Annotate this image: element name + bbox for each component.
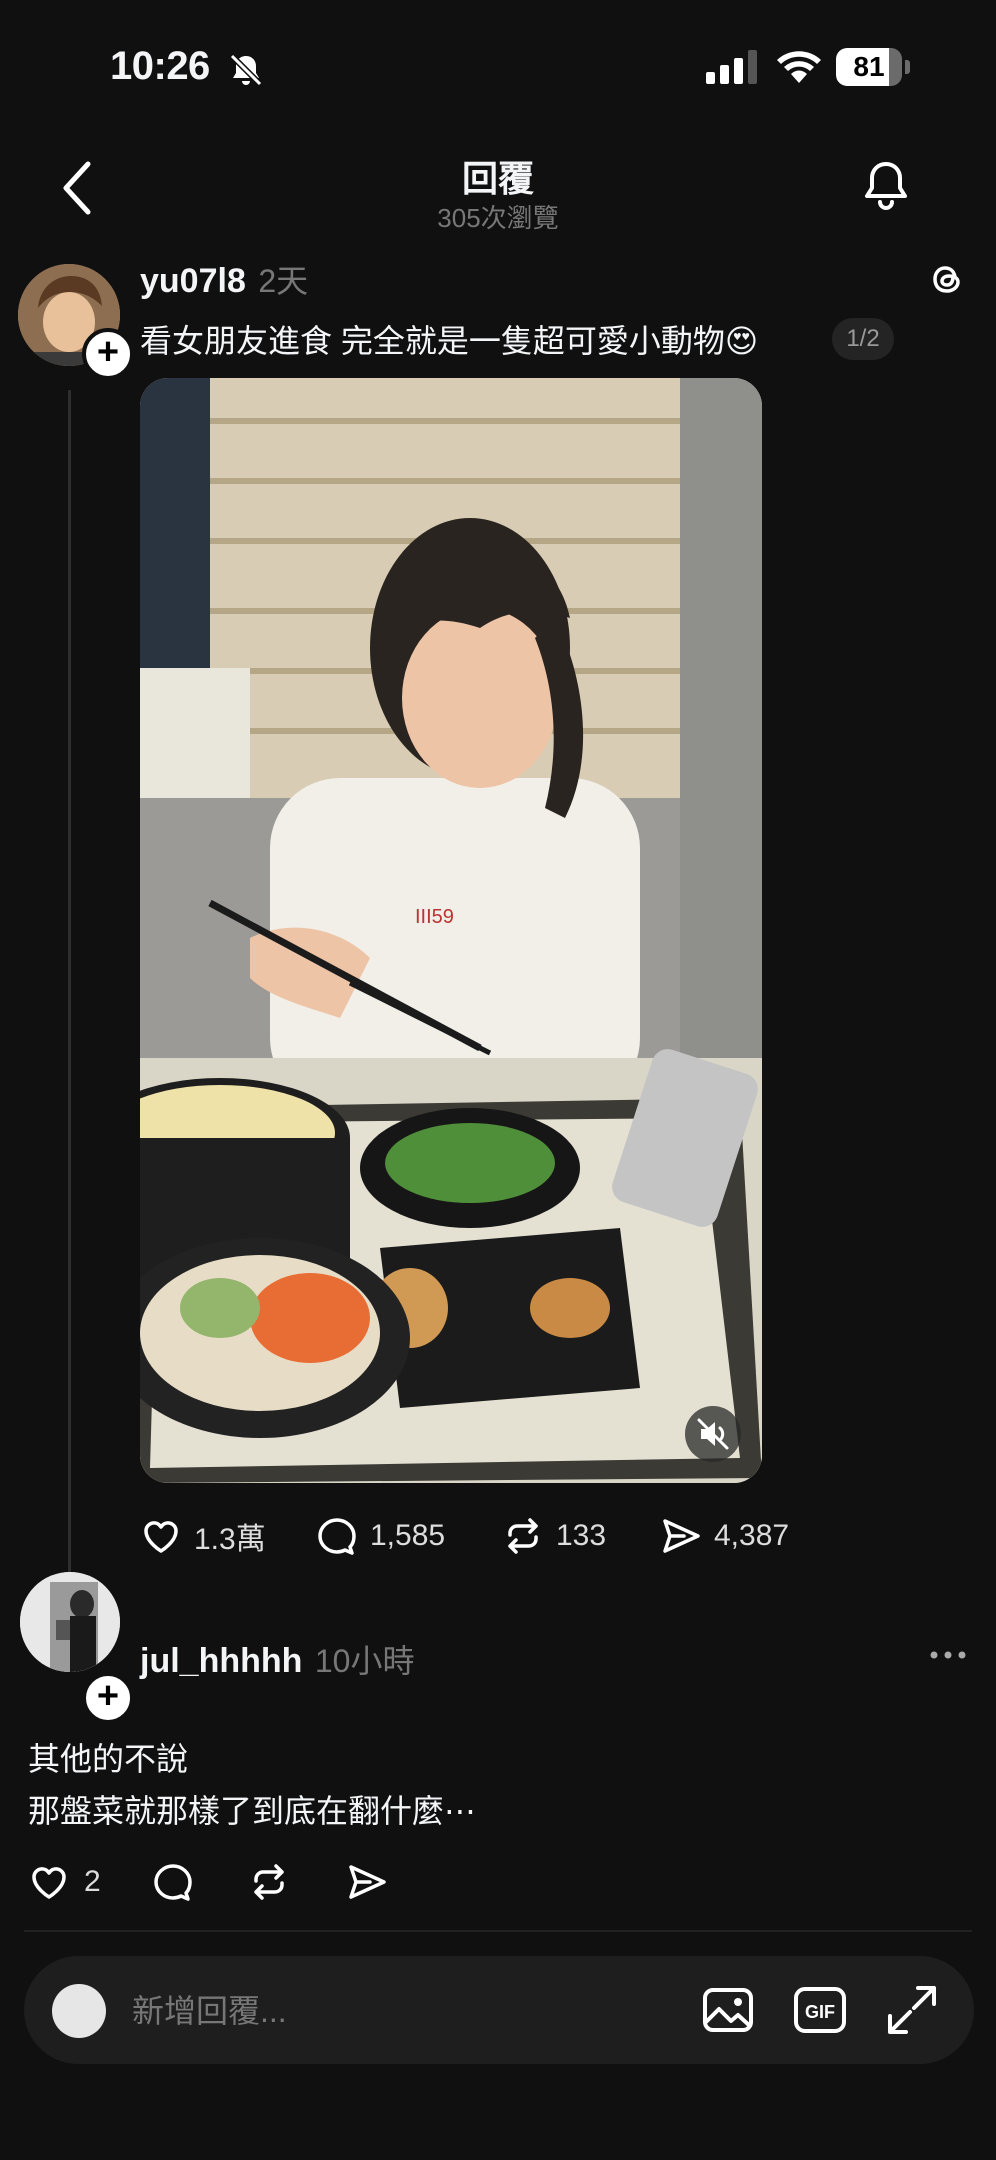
comment-count: 1,585 <box>370 1519 446 1552</box>
gif-button[interactable]: GIF <box>792 1982 848 2038</box>
reply-text-line-1: 其他的不說 <box>28 1741 189 1777</box>
reply-username[interactable]: jul_hhhhh <box>140 1642 302 1680</box>
avatar[interactable] <box>20 1572 120 1672</box>
notifications-button[interactable] <box>860 158 912 214</box>
heart-icon <box>144 1521 178 1553</box>
status-time: 10:26 <box>110 44 210 88</box>
reply-like-button[interactable]: 2 <box>28 1860 101 1904</box>
gif-icon: GIF <box>794 1987 846 2033</box>
repost-button[interactable]: 133 <box>502 1514 606 1558</box>
repost-count: 133 <box>556 1519 607 1552</box>
reply-text-line-2: 那盤菜就那樣了到底在翻什麼⋯ <box>28 1793 477 1829</box>
svg-text:III59: III59 <box>415 906 454 928</box>
reply-comment-button[interactable] <box>152 1860 194 1904</box>
image-icon <box>703 1988 753 2032</box>
expand-icon <box>888 1986 936 2034</box>
page-title: 回覆 <box>461 158 534 199</box>
media-pager: 1/2 <box>832 318 894 360</box>
comment-bubble-icon <box>154 1864 192 1901</box>
more-options-button[interactable] <box>928 1640 968 1670</box>
post-caption: 看女朋友進食 完全就是一隻超可愛小動物😍 <box>140 323 759 359</box>
threads-logo-icon[interactable] <box>926 258 968 300</box>
ellipsis-icon <box>930 1651 966 1659</box>
reply-time: 10小時 <box>314 1643 415 1679</box>
repost-icon <box>508 1518 538 1554</box>
divider <box>24 1930 972 1932</box>
comment-bubble-icon <box>318 1518 356 1555</box>
attach-image-button[interactable] <box>700 1982 756 2038</box>
post-video[interactable]: III59 <box>140 378 762 1483</box>
comment-button[interactable]: 1,585 <box>316 1514 445 1558</box>
like-button[interactable]: 1.3萬 <box>140 1514 266 1558</box>
speaker-muted-icon <box>697 1418 729 1450</box>
battery-level: 81 <box>853 51 885 82</box>
send-icon <box>663 1519 700 1553</box>
follow-button[interactable]: + <box>82 1672 134 1724</box>
signal-icon <box>704 50 760 84</box>
like-count: 1.3萬 <box>194 1523 266 1556</box>
battery-icon: 81 <box>836 48 912 86</box>
reply-like-count: 2 <box>84 1865 101 1898</box>
share-button[interactable]: 4,387 <box>660 1514 789 1558</box>
gif-label: GIF <box>805 2002 835 2022</box>
expand-button[interactable] <box>884 1982 940 2038</box>
avatar <box>52 1984 106 2038</box>
follow-button[interactable]: + <box>82 328 134 380</box>
reply-share-button[interactable] <box>346 1860 388 1904</box>
post-username[interactable]: yu07l8 <box>140 262 246 300</box>
mute-toggle[interactable] <box>685 1406 741 1462</box>
reply-input[interactable] <box>130 1988 654 2034</box>
wifi-icon <box>774 46 824 86</box>
send-icon <box>349 1865 386 1899</box>
share-count: 4,387 <box>714 1519 790 1552</box>
post-time: 2天 <box>258 263 309 299</box>
reply-repost-button[interactable] <box>248 1860 290 1904</box>
repost-icon <box>254 1864 284 1900</box>
bell-slash-icon <box>226 50 266 90</box>
view-count: 305次瀏覽 <box>437 203 559 233</box>
heart-icon <box>32 1867 66 1899</box>
bell-icon <box>865 162 907 210</box>
thread-line <box>68 390 71 1590</box>
